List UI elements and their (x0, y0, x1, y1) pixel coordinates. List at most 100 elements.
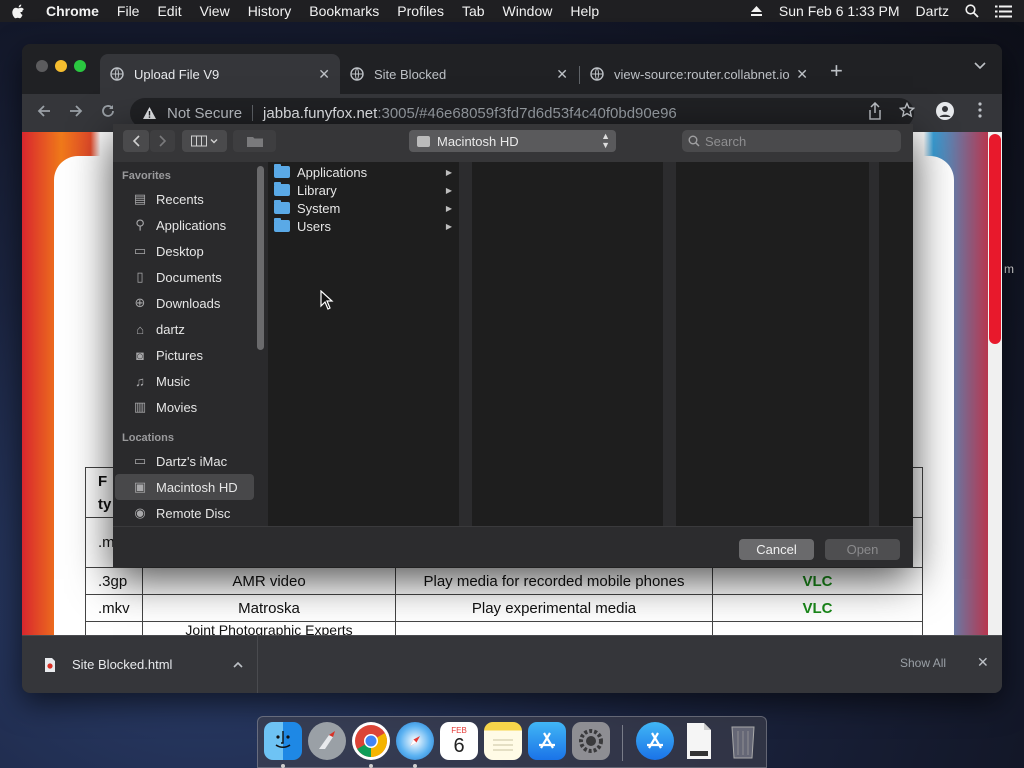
sidebar-item-recents[interactable]: ▤ Recents (115, 186, 254, 212)
menu-tab[interactable]: Tab (462, 3, 485, 19)
globe-icon (110, 67, 124, 81)
menu-bar: Chrome File Edit View History Bookmarks … (0, 0, 1024, 22)
minimize-window-button[interactable] (55, 60, 67, 72)
calendar-icon[interactable]: FEB 6 (440, 722, 478, 760)
menu-file[interactable]: File (117, 3, 140, 19)
menu-profiles[interactable]: Profiles (397, 3, 444, 19)
sidebar-scrollbar[interactable] (257, 166, 264, 350)
table-cell-app[interactable]: VLC (712, 567, 923, 595)
menu-history[interactable]: History (248, 3, 292, 19)
system-preferences-icon[interactable] (572, 722, 610, 760)
finder-icon[interactable] (264, 722, 302, 760)
page-scrollbar[interactable] (988, 132, 1002, 635)
share-icon[interactable] (868, 102, 882, 120)
sidebar-item-documents[interactable]: ▯ Documents (115, 264, 254, 290)
menu-bookmarks[interactable]: Bookmarks (309, 3, 379, 19)
close-tab-icon[interactable]: ✕ (796, 66, 808, 83)
search-field[interactable]: Search (682, 130, 901, 152)
sidebar-item-desktop[interactable]: ▭ Desktop (115, 238, 254, 264)
sidebar-item-macintosh-hd[interactable]: ▣ Macintosh HD (115, 474, 254, 500)
sidebar-item-label: Macintosh HD (156, 479, 238, 495)
dialog-back-button[interactable] (123, 130, 149, 152)
menu-user[interactable]: Dartz (916, 3, 949, 19)
menu-window[interactable]: Window (503, 3, 553, 19)
spotlight-search-icon[interactable] (965, 4, 979, 18)
tab-view-source[interactable]: view-source:router.collabnet.io ✕ (580, 54, 818, 94)
view-mode-button[interactable] (182, 130, 227, 152)
column-resize-handle[interactable] (663, 162, 676, 526)
chrome-icon[interactable] (352, 722, 390, 760)
tab-search-chevron-icon[interactable] (974, 62, 986, 70)
not-secure-label[interactable]: Not Secure (167, 105, 242, 122)
chevron-up-icon[interactable] (233, 661, 243, 668)
sidebar-item-applications[interactable]: ⚲ Applications (115, 212, 254, 238)
safari-icon[interactable] (396, 722, 434, 760)
sidebar-item-downloads[interactable]: ⊕ Downloads (115, 290, 254, 316)
back-arrow-icon[interactable] (36, 103, 52, 119)
documents-icon: ▯ (136, 269, 144, 284)
folder-row-library[interactable]: Library ▶ (274, 181, 456, 199)
profile-avatar-icon[interactable] (936, 102, 954, 120)
folder-row-applications[interactable]: Applications ▶ (274, 163, 456, 181)
desktop-partial-text: m (1004, 262, 1014, 276)
menu-app-name[interactable]: Chrome (46, 3, 99, 19)
zoom-window-button[interactable] (74, 60, 86, 72)
table-cell-app[interactable]: VLC (712, 594, 923, 622)
tab-site-blocked[interactable]: Site Blocked ✕ (340, 54, 578, 94)
menu-edit[interactable]: Edit (157, 3, 181, 19)
trash-icon[interactable] (724, 722, 762, 760)
menu-view[interactable]: View (200, 3, 230, 19)
apple-menu-icon[interactable] (12, 3, 26, 19)
close-tab-icon[interactable]: ✕ (556, 66, 568, 83)
notes-icon[interactable] (484, 722, 522, 760)
page-scrollbar-thumb[interactable] (989, 134, 1001, 344)
new-folder-button[interactable] (233, 130, 276, 152)
bookmark-star-icon[interactable] (899, 102, 915, 118)
address-separator (252, 105, 254, 121)
download-item[interactable]: Site Blocked.html (22, 636, 258, 693)
tab-upload-file[interactable]: Upload File V9 ✕ (100, 54, 340, 94)
html-document-icon[interactable] (680, 722, 718, 760)
close-window-button[interactable] (36, 60, 48, 72)
sidebar-item-music[interactable]: ♫ Music (115, 368, 254, 394)
open-button[interactable]: Open (825, 539, 900, 560)
sidebar-item-movies[interactable]: ▥ Movies (115, 394, 254, 420)
movies-icon: ▥ (133, 399, 147, 414)
sidebar-item-label: Movies (156, 399, 198, 415)
sidebar-item-remote-disc[interactable]: ◉ Remote Disc (115, 500, 254, 526)
show-all-downloads-button[interactable]: Show All (900, 656, 946, 670)
html-file-icon (45, 657, 55, 672)
menu-help[interactable]: Help (570, 3, 599, 19)
column-resize-handle[interactable] (869, 162, 879, 526)
more-menu-icon[interactable] (978, 102, 982, 118)
reload-icon[interactable] (100, 103, 116, 119)
cancel-button[interactable]: Cancel (739, 539, 814, 560)
table-cell-extension (85, 621, 143, 635)
table-cell-app (712, 621, 923, 635)
app-store-downloads-icon[interactable] (636, 722, 674, 760)
folder-row-users[interactable]: Users ▶ (274, 217, 456, 235)
launchpad-icon[interactable] (308, 722, 346, 760)
location-popup[interactable]: Macintosh HD ▲ ▼ (409, 130, 616, 152)
sidebar-item-pictures[interactable]: ◙ Pictures (115, 342, 254, 368)
forward-arrow-icon[interactable] (68, 103, 84, 119)
warning-triangle-icon[interactable] (142, 106, 157, 120)
sidebar-item-imac[interactable]: ▭ Dartz's iMac (115, 448, 254, 474)
browser-column-4 (879, 162, 913, 526)
menu-clock[interactable]: Sun Feb 6 1:33 PM (779, 3, 900, 19)
notification-center-icon[interactable] (995, 5, 1012, 18)
app-store-icon[interactable] (528, 722, 566, 760)
sidebar-item-home[interactable]: ⌂ dartz (115, 316, 254, 342)
close-tab-icon[interactable]: ✕ (318, 66, 330, 83)
close-download-shelf-icon[interactable]: ✕ (977, 654, 989, 671)
folder-row-system[interactable]: System ▶ (274, 199, 456, 217)
new-tab-button[interactable]: + (830, 58, 843, 84)
download-filename[interactable]: Site Blocked.html (72, 657, 233, 672)
dialog-footer: Cancel Open (113, 526, 913, 567)
eject-icon[interactable] (750, 5, 763, 17)
browser-column-3 (676, 162, 869, 526)
desktop-icon: ▭ (133, 243, 147, 258)
dialog-forward-button[interactable] (150, 130, 175, 152)
url-host: jabba.funyfox.net (263, 104, 378, 122)
column-resize-handle[interactable] (459, 162, 472, 526)
